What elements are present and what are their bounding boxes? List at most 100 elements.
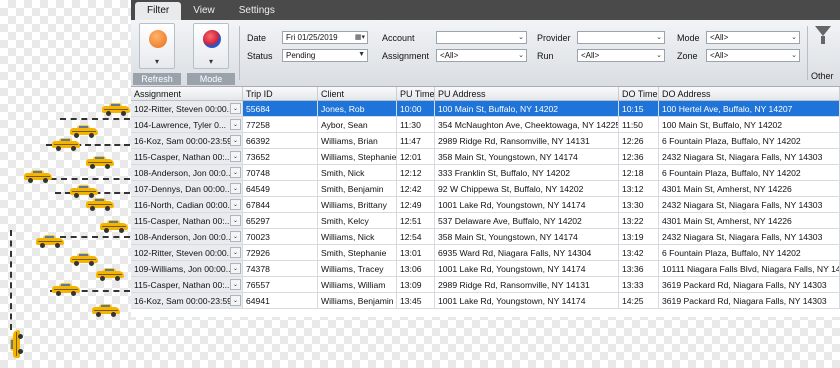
do-address-cell-text: 4301 Main St, Amherst, NY 14226 — [662, 216, 792, 226]
chevron-down-icon[interactable]: ⌄ — [230, 167, 241, 178]
table-row[interactable]: 108-Anderson, Jon 00:0... ⌄ 70748 Smith, Ni… — [131, 165, 840, 181]
assignment-cell[interactable]: 115-Casper, Nathan 00:... ⌄ — [131, 149, 243, 164]
pu-address-cell-text: 537 Delaware Ave, Buffalo, NY 14202 — [438, 216, 582, 226]
table-row[interactable]: 16-Koz, Sam 00:00-23:59 ⌄ 64941 Williams, B… — [131, 293, 840, 309]
pu-address-cell-text: 358 Main St, Youngstown, NY 14174 — [438, 152, 578, 162]
client-cell: Aybor, Sean — [318, 117, 397, 132]
assignment-select[interactable]: <All> ⌄ — [436, 49, 527, 62]
assignment-cell-text: 115-Casper, Nathan 00:... — [134, 280, 232, 290]
trip-id-cell: 66392 — [243, 133, 318, 148]
table-row[interactable]: 116-North, Cadian 00:00... ⌄ 67844 Williams… — [131, 197, 840, 213]
table-row[interactable]: 115-Casper, Nathan 00:... ⌄ 73652 Williams,… — [131, 149, 840, 165]
chevron-down-icon[interactable]: ⌄ — [230, 215, 241, 226]
assignment-cell[interactable]: 108-Anderson, Jon 00:0... ⌄ — [131, 165, 243, 180]
client-cell-text: Jones, Rob — [321, 104, 365, 114]
taxi-icon — [52, 138, 80, 151]
chevron-down-icon[interactable]: ⌄ — [230, 279, 241, 290]
chevron-down-icon[interactable]: ⌄ — [230, 295, 241, 306]
assignment-cell[interactable]: 104-Lawrence, Tyler 0... ⌄ — [131, 117, 243, 132]
do-time-cell: 13:36 — [619, 261, 659, 276]
pu-time-cell: 11:47 — [397, 133, 435, 148]
do-address-cell: 100 Hertel Ave, Buffalo, NY 14207 — [659, 101, 840, 116]
chevron-down-icon[interactable]: ⌄ — [230, 151, 241, 162]
date-picker[interactable]: Fri 01/25/2019 ▦▾ — [282, 31, 368, 44]
status-select[interactable]: Pending ▼ — [282, 49, 368, 62]
pu-address-cell: 6935 Ward Rd, Niagara Falls, NY 14304 — [435, 245, 619, 260]
assignment-cell[interactable]: 16-Koz, Sam 00:00-23:59 ⌄ — [131, 293, 243, 308]
do-address-cell: 2432 Niagara St, Niagara Falls, NY 14303 — [659, 149, 840, 164]
column-header-do-address[interactable]: DO Address — [659, 87, 840, 100]
tab-filter[interactable]: Filter — [135, 2, 182, 20]
pu-time-cell-text: 12:51 — [400, 216, 422, 226]
trip-id-cell-text: 73652 — [246, 152, 270, 162]
mode-button[interactable]: ▾ Mode — [187, 23, 235, 85]
pu-time-cell: 13:09 — [397, 277, 435, 292]
tab-settings[interactable]: Settings — [227, 2, 287, 20]
chevron-down-icon[interactable]: ⌄ — [230, 135, 241, 146]
table-row[interactable]: 115-Casper, Nathan 00:... ⌄ 65297 Smith, Ke… — [131, 213, 840, 229]
chevron-down-icon[interactable]: ⌄ — [230, 103, 241, 114]
column-header-pu-address[interactable]: PU Address — [435, 87, 619, 100]
refresh-button[interactable]: ▾ Refresh — [133, 23, 181, 85]
assignment-cell-text: 109-Williams, Jon 00:00... — [134, 264, 233, 274]
assignment-cell[interactable]: 115-Casper, Nathan 00:... ⌄ — [131, 277, 243, 292]
taxi-icon — [102, 103, 130, 116]
assignment-cell-text: 107-Dennys, Dan 00:00... — [134, 184, 232, 194]
taxi-icon — [92, 304, 120, 317]
client-cell-text: Williams, William — [321, 280, 386, 290]
assignment-cell[interactable]: 16-Koz, Sam 00:00-23:59 ⌄ — [131, 133, 243, 148]
pu-time-cell-text: 12:49 — [400, 200, 422, 210]
mode-select[interactable]: <All> ⌄ — [706, 31, 800, 44]
tab-view[interactable]: View — [181, 2, 227, 20]
do-address-cell: 2432 Niagara St, Niagara Falls, NY 14303 — [659, 229, 840, 244]
client-cell: Williams, William — [318, 277, 397, 292]
assignment-value: <All> — [440, 51, 459, 60]
provider-label: Provider — [537, 33, 571, 43]
table-row[interactable]: 108-Anderson, Jon 00:0... ⌄ 70023 Williams,… — [131, 229, 840, 245]
pu-address-cell: 1001 Lake Rd, Youngstown, NY 14174 — [435, 261, 619, 276]
chevron-down-icon[interactable]: ⌄ — [230, 247, 241, 258]
chevron-down-icon[interactable]: ⌄ — [230, 199, 241, 210]
chevron-down-icon[interactable]: ⌄ — [230, 119, 241, 130]
date-label: Date — [247, 33, 267, 43]
assignment-cell[interactable]: 108-Anderson, Jon 00:0... ⌄ — [131, 229, 243, 244]
column-header-trip-id[interactable]: Trip ID — [243, 87, 318, 100]
other-label[interactable]: Other — [811, 71, 834, 81]
run-select[interactable]: <All> ⌄ — [577, 49, 665, 62]
chevron-down-icon[interactable]: ⌄ — [230, 231, 241, 242]
do-time-cell: 13:12 — [619, 181, 659, 196]
trip-id-cell: 70023 — [243, 229, 318, 244]
column-header-pu-time[interactable]: PU Time — [397, 87, 435, 100]
column-header-do-time[interactable]: DO Time — [619, 87, 659, 100]
filter-funnel-icon[interactable] — [815, 26, 831, 46]
table-row[interactable]: 109-Williams, Jon 00:00... ⌄ 74378 Williams… — [131, 261, 840, 277]
table-row[interactable]: 104-Lawrence, Tyler 0... ⌄ 77258 Aybor, Sea… — [131, 117, 840, 133]
assignment-cell-text: 102-Ritter, Steven 00:00... — [134, 104, 234, 114]
pu-address-cell-text: 6935 Ward Rd, Niagara Falls, NY 14304 — [438, 248, 592, 258]
table-row[interactable]: 102-Ritter, Steven 00:00... ⌄ 72926 Smith, … — [131, 245, 840, 261]
do-address-cell: 100 Main St, Buffalo, NY 14202 — [659, 117, 840, 132]
account-select[interactable]: ⌄ — [436, 31, 527, 44]
grid-body: 102-Ritter, Steven 00:00... ⌄ 55684 Jones, … — [131, 101, 840, 309]
assignment-cell[interactable]: 107-Dennys, Dan 00:00... ⌄ — [131, 181, 243, 196]
assignment-cell[interactable]: 116-North, Cadian 00:00... ⌄ — [131, 197, 243, 212]
chevron-down-icon[interactable]: ⌄ — [230, 263, 241, 274]
table-row[interactable]: 102-Ritter, Steven 00:00... ⌄ 55684 Jones, … — [131, 101, 840, 117]
column-header-client[interactable]: Client — [318, 87, 397, 100]
assignment-cell[interactable]: 115-Casper, Nathan 00:... ⌄ — [131, 213, 243, 228]
table-row[interactable]: 16-Koz, Sam 00:00-23:59 ⌄ 66392 Williams, B… — [131, 133, 840, 149]
assignment-cell-text: 108-Anderson, Jon 00:0... — [134, 168, 233, 178]
table-row[interactable]: 115-Casper, Nathan 00:... ⌄ 76557 Williams,… — [131, 277, 840, 293]
chevron-down-icon[interactable]: ⌄ — [230, 183, 241, 194]
table-row[interactable]: 107-Dennys, Dan 00:00... ⌄ 64549 Smith, Ben… — [131, 181, 840, 197]
assignment-cell[interactable]: 102-Ritter, Steven 00:00... ⌄ — [131, 101, 243, 116]
calendar-icon[interactable]: ▦▾ — [355, 33, 365, 41]
pu-address-cell: 354 McNaughton Ave, Cheektowaga, NY 1422… — [435, 117, 619, 132]
assignment-cell[interactable]: 102-Ritter, Steven 00:00... ⌄ — [131, 245, 243, 260]
assignment-cell[interactable]: 109-Williams, Jon 00:00... ⌄ — [131, 261, 243, 276]
client-cell: Williams, Brian — [318, 133, 397, 148]
pu-time-cell-text: 13:45 — [400, 296, 422, 306]
zone-select[interactable]: <All> ⌄ — [706, 49, 800, 62]
column-header-assignment[interactable]: Assignment — [131, 87, 243, 100]
provider-select[interactable]: ⌄ — [577, 31, 665, 44]
